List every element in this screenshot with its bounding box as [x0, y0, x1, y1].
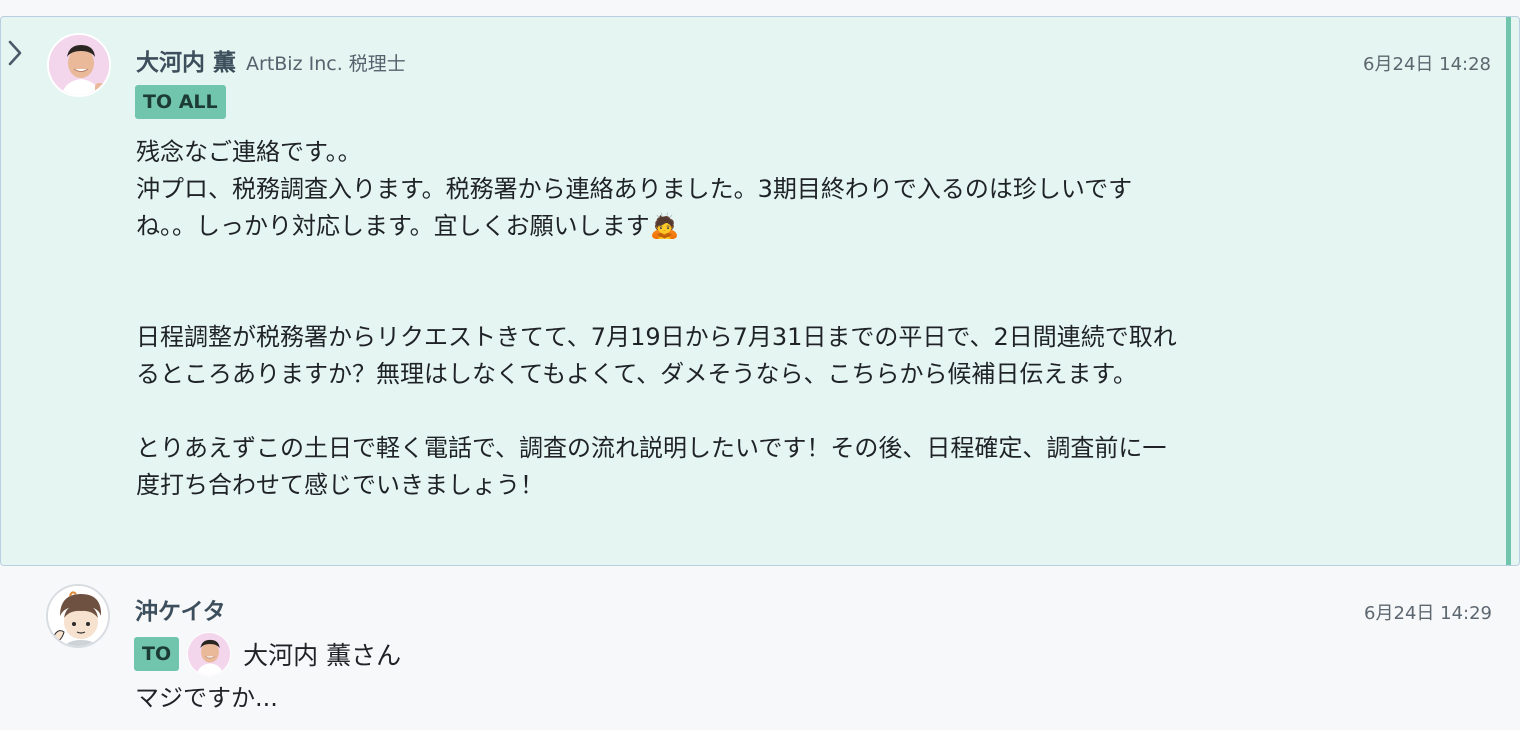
recipient-avatar[interactable] [187, 632, 232, 676]
highlight-accent-bar [1506, 17, 1511, 565]
timestamp: 6月24日 14:29 [1364, 603, 1492, 624]
sender-name[interactable]: 大河内 薫 [136, 43, 236, 77]
message-body: マジですか... [135, 684, 278, 712]
message-body: 残念なご連絡です。。 沖プロ、税務調査入ります。税務署から連絡ありました。3期目… [136, 138, 1177, 499]
avatar[interactable] [46, 584, 110, 648]
avatar[interactable] [47, 33, 111, 97]
chat-timeline: 大河内 薫 ArtBiz Inc. 税理士 6月24日 14:28 TO ALL… [0, 0, 1520, 730]
message-item[interactable]: 沖ケイタ 6月24日 14:29 TO 大河内 薫さん マジですか... [0, 568, 1520, 730]
sender-name[interactable]: 沖ケイタ [135, 592, 226, 626]
message-item[interactable]: 大河内 薫 ArtBiz Inc. 税理士 6月24日 14:28 TO ALL… [0, 16, 1520, 566]
to-recipient-row: TO 大河内 薫さん [134, 632, 401, 676]
to-all-badge: TO ALL [135, 85, 226, 119]
to-badge: TO [134, 637, 180, 671]
message-header: 沖ケイタ 6月24日 14:29 [135, 592, 1492, 626]
timestamp: 6月24日 14:28 [1363, 54, 1491, 75]
sender-org: ArtBiz Inc. 税理士 [246, 53, 406, 75]
chevron-right-icon[interactable] [5, 39, 25, 67]
recipient-name[interactable]: 大河内 薫さん [243, 636, 401, 672]
message-header: 大河内 薫 ArtBiz Inc. 税理士 6月24日 14:28 [136, 43, 1491, 77]
